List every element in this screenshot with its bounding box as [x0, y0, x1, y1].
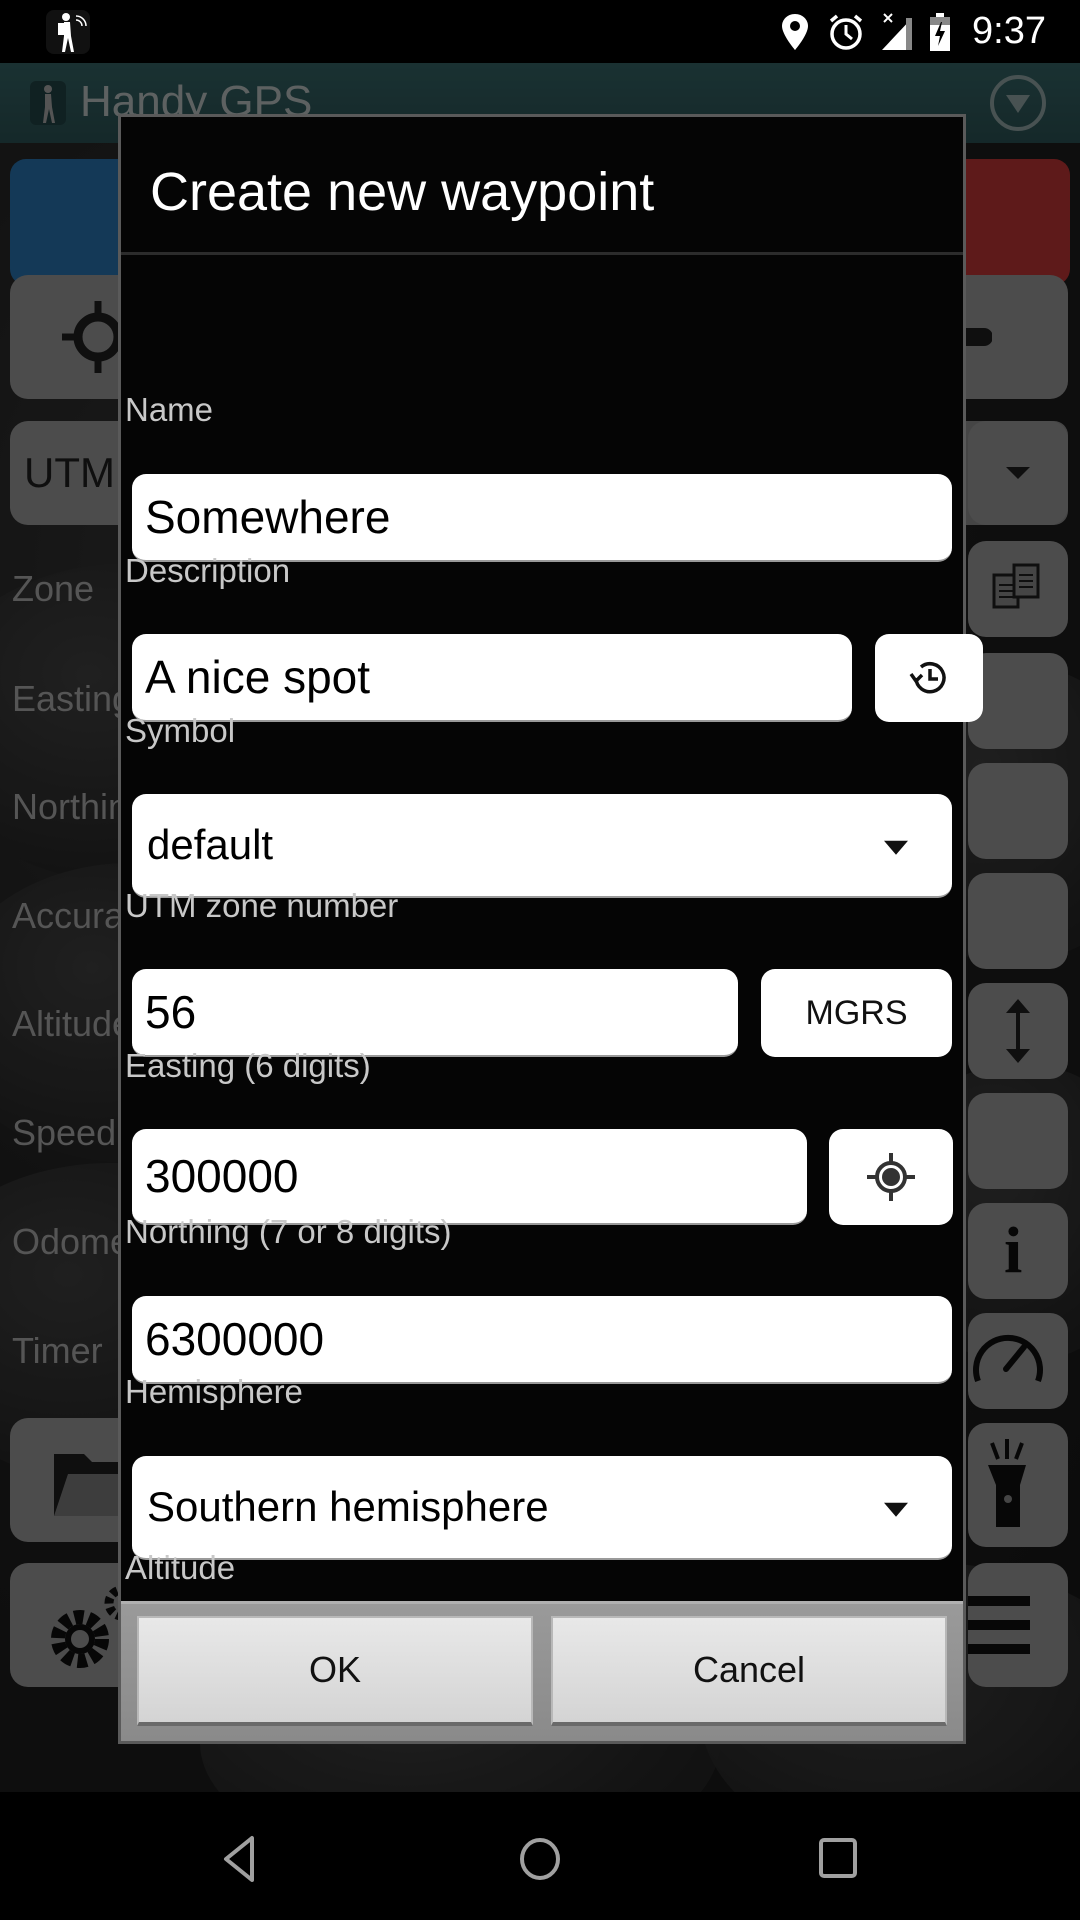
hiker-notification-icon	[46, 10, 90, 54]
chevron-down-icon	[884, 840, 908, 855]
description-input[interactable]: A nice spot	[132, 634, 852, 722]
dialog-title: Create new waypoint	[150, 162, 655, 222]
dialog-header: Create new waypoint	[121, 117, 963, 255]
northing-input[interactable]: 6300000	[132, 1296, 952, 1384]
battery-charging-icon	[930, 12, 951, 51]
ok-button[interactable]: OK	[137, 1616, 533, 1726]
chevron-down-icon	[884, 1502, 908, 1517]
navigation-bar	[0, 1792, 1080, 1920]
mgrs-button[interactable]: MGRS	[761, 969, 952, 1057]
mgrs-label: MGRS	[805, 993, 908, 1032]
use-current-location-button[interactable]	[829, 1129, 953, 1225]
description-history-button[interactable]	[875, 634, 983, 722]
recents-icon[interactable]	[808, 1828, 868, 1888]
hemisphere-label: Hemisphere	[125, 1373, 303, 1410]
symbol-label: Symbol	[125, 712, 236, 749]
dialog-button-bar: OK Cancel	[121, 1601, 963, 1741]
symbol-select[interactable]: default	[132, 794, 952, 898]
cancel-label: Cancel	[692, 1649, 806, 1690]
home-icon[interactable]	[510, 1828, 570, 1888]
name-label: Name	[125, 391, 214, 428]
symbol-value: default	[147, 821, 274, 868]
northing-value: 6300000	[145, 1313, 325, 1365]
hemisphere-select[interactable]: Southern hemisphere	[132, 1456, 952, 1560]
easting-input[interactable]: 300000	[132, 1129, 807, 1225]
back-icon[interactable]	[212, 1828, 272, 1888]
cancel-button[interactable]: Cancel	[551, 1616, 947, 1726]
description-label: Description	[125, 552, 291, 589]
altitude-label: Altitude	[125, 1549, 236, 1586]
status-clock: 9:37	[972, 10, 1046, 52]
create-waypoint-dialog: Create new waypoint Name Somewhere Descr…	[118, 114, 983, 1744]
northing-label: Northing (7 or 8 digits)	[125, 1213, 452, 1250]
name-input[interactable]: Somewhere	[132, 474, 952, 562]
utm-zone-label: UTM zone number	[125, 887, 399, 924]
hemisphere-value: Southern hemisphere	[147, 1483, 549, 1530]
status-bar: 9:37	[0, 0, 1080, 63]
location-icon	[782, 13, 809, 50]
history-icon	[909, 661, 946, 694]
description-value: A nice spot	[145, 651, 371, 703]
gps-target-icon	[867, 1153, 915, 1201]
name-value: Somewhere	[145, 491, 391, 543]
alarm-icon	[829, 14, 863, 50]
easting-value: 300000	[145, 1150, 299, 1202]
utm-zone-value: 56	[145, 986, 197, 1038]
utm-zone-input[interactable]: 56	[132, 969, 738, 1057]
signal-no-sim-icon	[882, 12, 913, 50]
ok-label: OK	[308, 1649, 361, 1690]
easting-label: Easting (6 digits)	[125, 1047, 371, 1084]
